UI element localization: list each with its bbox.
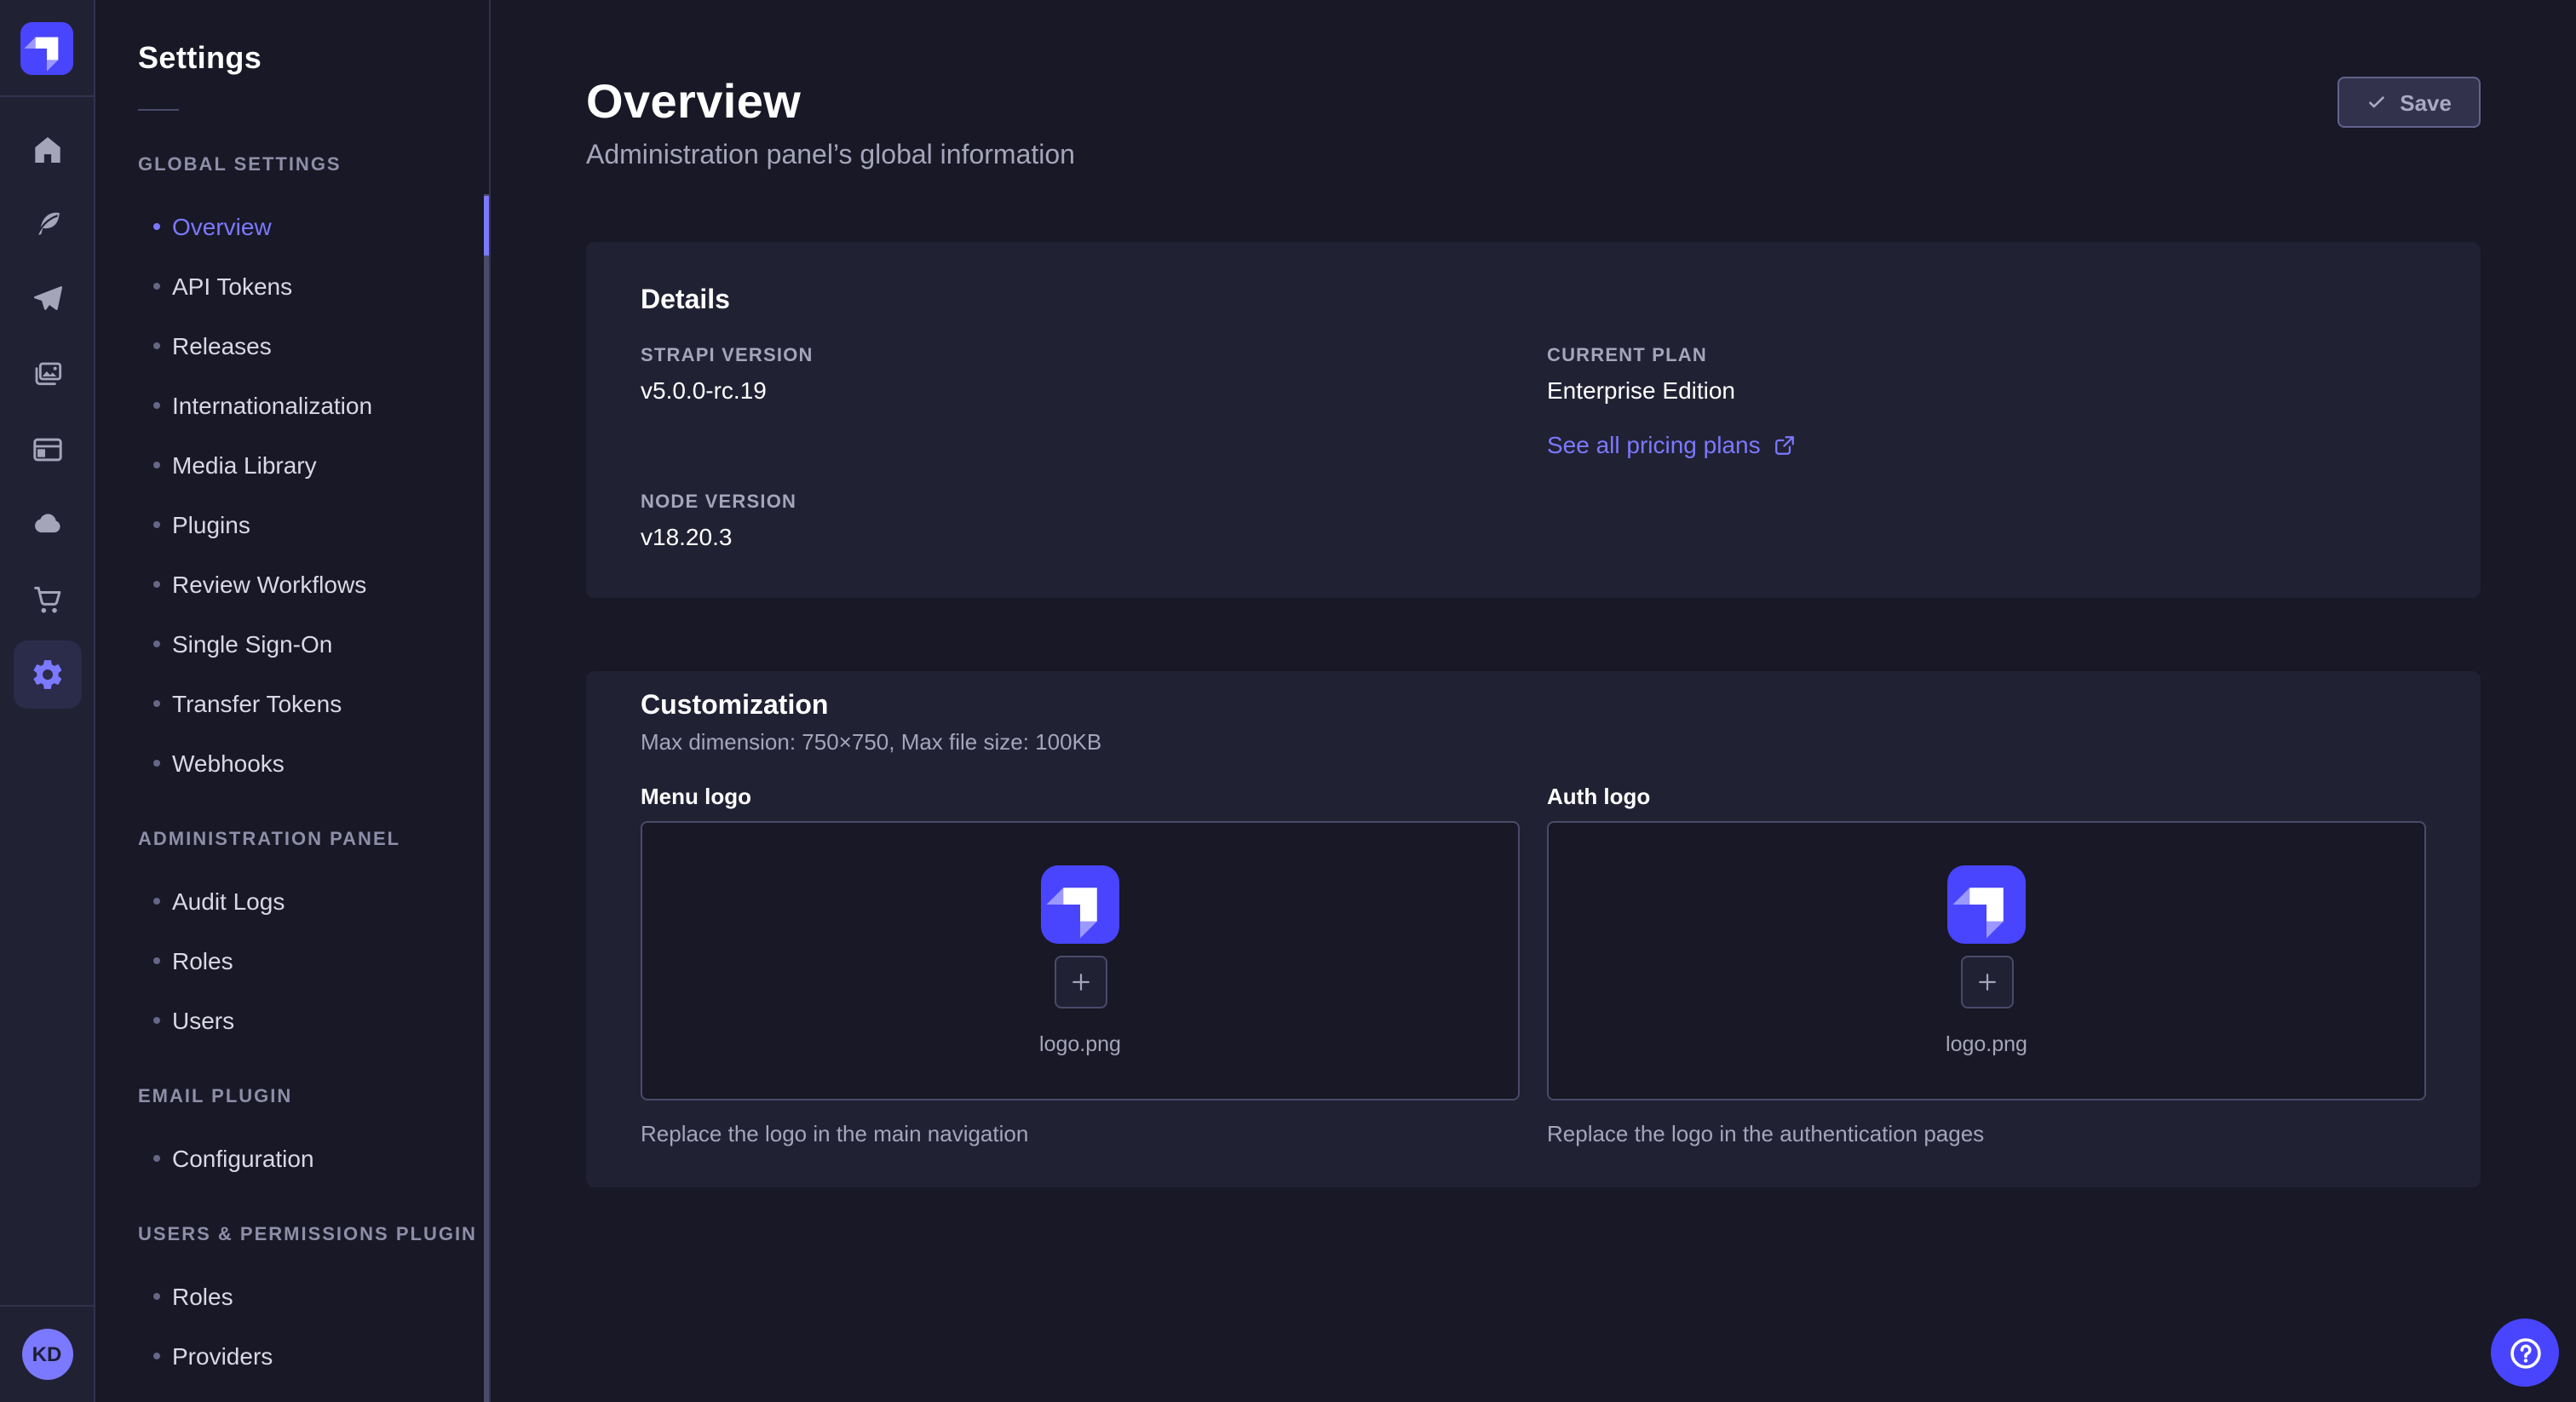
- settings-subnav: Settings GLOBAL SETTINGS Overview API To…: [95, 0, 491, 1402]
- subnav-item-media-library[interactable]: Media Library: [95, 434, 489, 494]
- page-subtitle: Administration panel’s global informatio…: [586, 141, 2481, 172]
- save-button-label: Save: [2400, 89, 2452, 115]
- auth-logo-field: Auth logo logo.png Replace the logo in t…: [1547, 784, 2426, 1146]
- menu-logo-field: Menu logo logo.png Replace the logo in t…: [641, 784, 1520, 1146]
- pricing-plans-link-label: See all pricing plans: [1547, 431, 1761, 458]
- subnav-item-review-workflows[interactable]: Review Workflows: [95, 554, 489, 613]
- paper-plane-icon: [30, 283, 64, 317]
- page-title: Overview: [586, 75, 2481, 129]
- subnav-item-email-configuration[interactable]: Configuration: [95, 1128, 489, 1187]
- subnav-item-single-sign-on[interactable]: Single Sign-On: [95, 613, 489, 673]
- subnav-item-up-roles[interactable]: Roles: [95, 1266, 489, 1325]
- field-value: v18.20.3: [641, 523, 1520, 550]
- save-button[interactable]: Save: [2337, 77, 2481, 128]
- cloud-icon: [30, 508, 64, 542]
- subnav-item-admin-roles[interactable]: Roles: [95, 930, 489, 990]
- external-link-icon: [1774, 434, 1797, 456]
- logo-upload-grid: Menu logo logo.png Replace the logo in t…: [641, 784, 2426, 1146]
- current-plan-field: CURRENT PLAN Enterprise Edition: [1547, 346, 2426, 404]
- strapi-logo-icon: [20, 21, 73, 74]
- nav-content-manager[interactable]: [0, 412, 94, 487]
- upload-field-label: Menu logo: [641, 784, 1520, 809]
- plus-icon: [1067, 969, 1093, 995]
- section-label: EMAIL PLUGIN: [138, 1087, 489, 1107]
- nav-icon-list: [0, 97, 94, 712]
- question-mark-icon: [2505, 1333, 2544, 1372]
- details-grid: STRAPI VERSION v5.0.0-rc.19 NODE VERSION…: [641, 346, 2426, 550]
- cart-icon: [30, 583, 64, 617]
- workplace-switcher[interactable]: [0, 0, 94, 97]
- check-icon: [2366, 92, 2386, 112]
- strapi-version-field: STRAPI VERSION v5.0.0-rc.19: [641, 346, 1520, 404]
- customization-card-subtitle: Max dimension: 750×750, Max file size: 1…: [641, 729, 2426, 755]
- nav-settings[interactable]: [0, 637, 94, 712]
- subnav-item-overview[interactable]: Overview: [95, 196, 489, 256]
- details-right-column: CURRENT PLAN Enterprise Edition See all …: [1547, 346, 2426, 550]
- strapi-logo-preview: [1947, 865, 2026, 944]
- strapi-admin-app: KD Settings GLOBAL SETTINGS Overview API…: [0, 0, 2576, 1402]
- subnav-section-admin-panel: ADMINISTRATION PANEL Audit Logs Roles Us…: [95, 830, 489, 1049]
- field-value: Enterprise Edition: [1547, 376, 2426, 404]
- nav-releases[interactable]: [0, 262, 94, 337]
- details-card-title: Details: [641, 286, 2426, 317]
- nav-cloud[interactable]: [0, 487, 94, 562]
- add-logo-button[interactable]: [1960, 956, 2013, 1008]
- feather-icon: [30, 208, 64, 242]
- subnav-item-plugins[interactable]: Plugins: [95, 494, 489, 554]
- subnav-item-webhooks[interactable]: Webhooks: [95, 733, 489, 792]
- add-logo-button[interactable]: [1054, 956, 1107, 1008]
- upload-field-hint: Replace the logo in the main navigation: [641, 1121, 1520, 1146]
- details-left-column: STRAPI VERSION v5.0.0-rc.19 NODE VERSION…: [641, 346, 1520, 550]
- subnav-item-releases[interactable]: Releases: [95, 315, 489, 375]
- field-label: NODE VERSION: [641, 492, 1520, 513]
- subnav-section-users-permissions: USERS & PERMISSIONS PLUGIN Roles Provide…: [95, 1225, 489, 1385]
- section-label: ADMINISTRATION PANEL: [138, 830, 489, 850]
- subnav-item-api-tokens[interactable]: API Tokens: [95, 256, 489, 315]
- logo-filename: logo.png: [1039, 1032, 1121, 1056]
- section-label: USERS & PERMISSIONS PLUGIN: [138, 1225, 489, 1245]
- logo-filename: logo.png: [1946, 1032, 2027, 1056]
- avatar[interactable]: KD: [21, 1329, 72, 1380]
- nav-media-library[interactable]: [0, 337, 94, 412]
- home-icon: [30, 133, 64, 167]
- help-button[interactable]: [2491, 1319, 2559, 1387]
- customization-card: Customization Max dimension: 750×750, Ma…: [586, 671, 2481, 1187]
- field-label: CURRENT PLAN: [1547, 346, 2426, 366]
- subnav-section-email-plugin: EMAIL PLUGIN Configuration: [95, 1087, 489, 1187]
- subnav-item-transfer-tokens[interactable]: Transfer Tokens: [95, 673, 489, 733]
- customization-card-title: Customization: [641, 692, 2426, 722]
- subnav-item-audit-logs[interactable]: Audit Logs: [95, 871, 489, 930]
- main-content: Overview Administration panel’s global i…: [491, 0, 2576, 1402]
- nav-marketplace[interactable]: [0, 562, 94, 637]
- nav-home[interactable]: [0, 112, 94, 187]
- menu-logo-dropzone[interactable]: logo.png: [641, 821, 1520, 1100]
- subnav-section-global: GLOBAL SETTINGS Overview API Tokens Rele…: [95, 155, 489, 792]
- auth-logo-dropzone[interactable]: logo.png: [1547, 821, 2426, 1100]
- main-nav-rail: KD: [0, 0, 95, 1402]
- upload-field-hint: Replace the logo in the authentication p…: [1547, 1121, 2426, 1146]
- rail-spacer: [0, 712, 94, 1305]
- details-card: Details STRAPI VERSION v5.0.0-rc.19 NODE…: [586, 242, 2481, 598]
- strapi-logo-preview: [1041, 865, 1119, 944]
- pricing-plans-link[interactable]: See all pricing plans: [1547, 431, 1797, 458]
- node-version-field: NODE VERSION v18.20.3: [641, 492, 1520, 550]
- images-icon: [30, 358, 64, 392]
- subnav-title: Settings: [138, 41, 489, 77]
- field-value: v5.0.0-rc.19: [641, 376, 1520, 404]
- upload-field-label: Auth logo: [1547, 784, 2426, 809]
- nav-content-type-builder[interactable]: [0, 187, 94, 262]
- layout-icon: [30, 433, 64, 467]
- plus-icon: [1974, 969, 1999, 995]
- subnav-item-admin-users[interactable]: Users: [95, 990, 489, 1049]
- subnav-divider: [138, 109, 179, 111]
- rail-user-section: KD: [0, 1305, 94, 1402]
- section-label: GLOBAL SETTINGS: [138, 155, 489, 175]
- field-label: STRAPI VERSION: [641, 346, 1520, 366]
- nav-settings-active-indicator: [13, 641, 81, 709]
- subnav-item-up-providers[interactable]: Providers: [95, 1325, 489, 1385]
- gear-icon: [30, 658, 64, 692]
- subnav-item-internationalization[interactable]: Internationalization: [95, 375, 489, 434]
